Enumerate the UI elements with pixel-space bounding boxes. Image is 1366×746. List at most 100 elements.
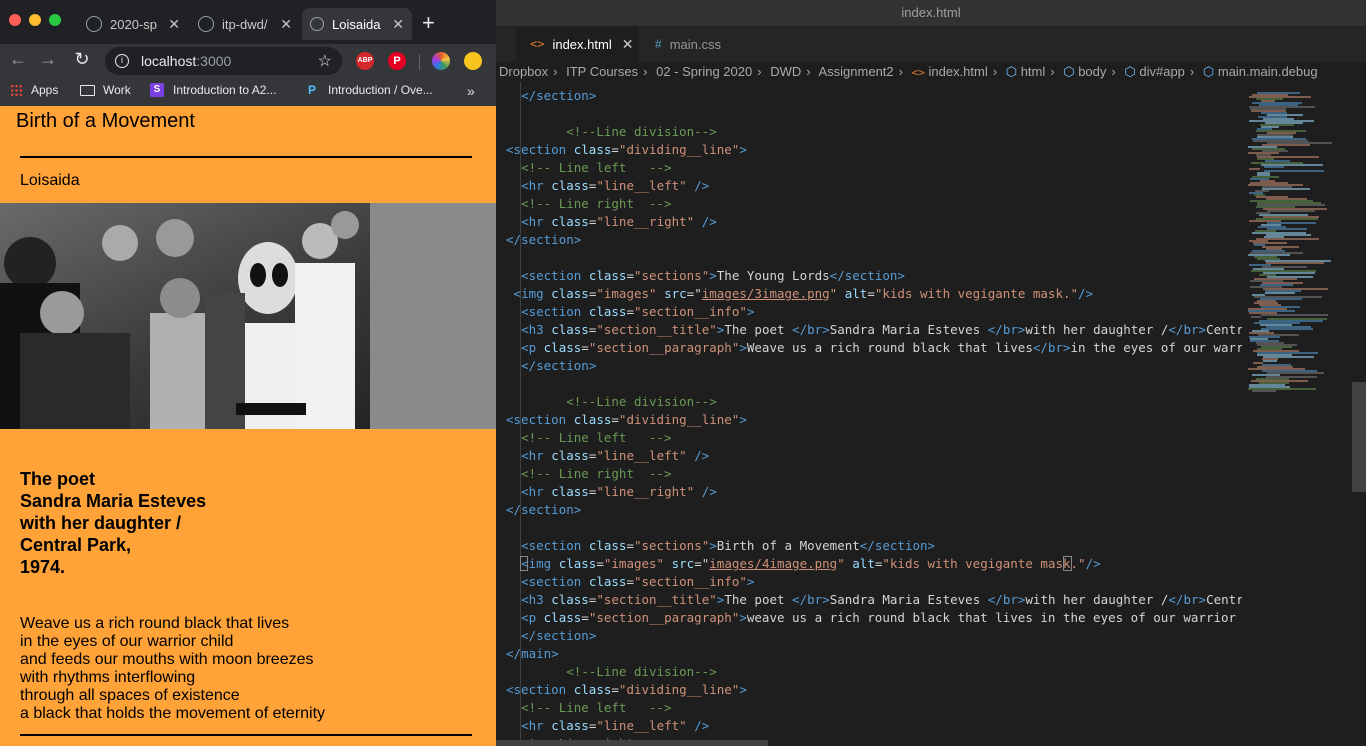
- browser-toolbar: ← → ↻ i localhost:3000 ☆ ABP P: [0, 44, 496, 78]
- minimize-window-button[interactable]: [29, 14, 41, 26]
- new-tab-button[interactable]: +: [422, 12, 435, 34]
- browser-window: 2020-sp ✕ itp-dwd/ ✕ Loisaida ✕ + ← → ↻ …: [0, 0, 496, 746]
- photo-illustration: [0, 203, 496, 429]
- tab-close-icon[interactable]: ✕: [392, 16, 404, 33]
- section-title: The poet Sandra Maria Esteves with her d…: [20, 468, 206, 578]
- scrollbar-thumb[interactable]: [1352, 382, 1366, 492]
- minimap[interactable]: [1242, 82, 1352, 746]
- breadcrumb-item[interactable]: div#app: [1139, 64, 1185, 79]
- minimap-line: [1263, 360, 1277, 362]
- info-icon[interactable]: i: [115, 54, 129, 68]
- tab-title: itp-dwd/: [222, 16, 268, 32]
- breadcrumb-item[interactable]: body: [1078, 64, 1106, 79]
- minimap-line: [1262, 188, 1310, 190]
- code-line: <!-- Line left -->: [521, 160, 672, 175]
- html-file-icon: <>: [530, 37, 545, 51]
- breadcrumb-item[interactable]: Dropbox: [499, 64, 548, 79]
- minimap-line: [1266, 262, 1324, 264]
- section-title-line: The poet: [20, 469, 95, 489]
- kids-vegigante-mask-photo: [0, 203, 496, 429]
- code-line: <section class="dividing__line">: [506, 412, 747, 427]
- code-line: </main>: [506, 646, 559, 661]
- code-line: <hr class="line__right" />: [521, 214, 717, 229]
- color-wheel-extension-icon[interactable]: [432, 52, 450, 70]
- forward-arrow-icon[interactable]: →: [36, 49, 60, 70]
- close-window-button[interactable]: [9, 14, 21, 26]
- chevron-right-icon: ›: [1189, 64, 1195, 79]
- url-host: localhost: [141, 53, 197, 69]
- browser-tab-itp-dwd[interactable]: itp-dwd/ ✕: [190, 8, 300, 40]
- code-line: </section>: [506, 232, 582, 247]
- code-editor[interactable]: </section> <!--Line division--> <section …: [496, 82, 1242, 746]
- code-line: </section>: [521, 358, 597, 373]
- element-cube-icon: ⬡: [1063, 64, 1075, 79]
- section-title-line: 1974.: [20, 557, 66, 577]
- bookmark-work[interactable]: Work: [80, 83, 131, 97]
- profile-avatar[interactable]: [464, 52, 482, 70]
- code-line: <p class="section__paragraph">Weave us a…: [521, 340, 1242, 355]
- element-cube-icon: ⬡: [1202, 64, 1215, 79]
- code-line: <!-- Line right -->: [521, 466, 672, 481]
- bookmark-introduction-overview[interactable]: P Introduction / Ove...: [305, 83, 433, 97]
- address-bar[interactable]: i localhost:3000 ☆: [105, 47, 342, 75]
- chevron-right-icon: ›: [757, 64, 762, 79]
- tab-title: 2020-sp: [110, 16, 157, 32]
- code-line: <img class="images" src="images/4image.p…: [521, 556, 1101, 571]
- adblock-plus-icon[interactable]: ABP: [356, 52, 374, 70]
- editor-tab-index-html[interactable]: <> index.html ✕: [516, 26, 638, 62]
- sub-heading: Loisaida: [20, 172, 80, 189]
- code-line: </section>: [521, 88, 597, 103]
- breadcrumb-item[interactable]: html: [1021, 64, 1046, 79]
- screen: 2020-sp ✕ itp-dwd/ ✕ Loisaida ✕ + ← → ↻ …: [0, 0, 1366, 746]
- editor-window-title: index.html: [496, 0, 1366, 26]
- github-icon: [86, 16, 102, 32]
- chevron-right-icon: ›: [992, 64, 998, 79]
- bookmark-label: Introduction to A2...: [173, 83, 277, 97]
- code-line: <section class="dividing__line">: [506, 142, 747, 157]
- p-logo-icon: P: [307, 83, 316, 97]
- breadcrumb-item[interactable]: 02 - Spring 2020: [656, 64, 752, 79]
- breadcrumb-item[interactable]: index.html: [928, 64, 987, 79]
- minimap-line: [1265, 292, 1295, 294]
- back-arrow-icon[interactable]: ←: [6, 49, 30, 70]
- code-line: <hr class="line__left" />: [521, 718, 710, 733]
- tab-close-icon[interactable]: ✕: [280, 16, 292, 33]
- bookmark-label: Apps: [31, 83, 59, 97]
- browser-tab-strip: 2020-sp ✕ itp-dwd/ ✕ Loisaida ✕ +: [0, 0, 496, 44]
- section-paragraph: Weave us a rich round black that lives i…: [20, 615, 325, 723]
- section-title-line: with her daughter /: [20, 513, 182, 533]
- github-icon: [198, 16, 214, 32]
- divider-line: [20, 734, 472, 736]
- breadcrumb: Dropbox › ITP Courses › 02 - Spring 2020 › …: [496, 62, 1366, 82]
- bookmark-introduction-a2[interactable]: S Introduction to A2...: [150, 83, 276, 97]
- bookmark-star-icon[interactable]: ☆: [318, 51, 332, 71]
- code-line: <!--Line division-->: [566, 664, 717, 679]
- editor-tab-main-css[interactable]: # main.css: [641, 26, 755, 62]
- code-line: <section class="section__info">: [521, 304, 755, 319]
- browser-tab-2020-sp[interactable]: 2020-sp ✕: [78, 8, 188, 40]
- apps-grid-icon: [10, 83, 23, 97]
- browser-tab-loisaida[interactable]: Loisaida ✕: [302, 8, 412, 40]
- code-line: <!-- Line right -->: [521, 196, 672, 211]
- poem-line: through all spaces of existence: [20, 687, 240, 704]
- breadcrumb-item[interactable]: Assignment2: [818, 64, 893, 79]
- chevron-right-icon: ›: [553, 64, 558, 79]
- tab-close-icon[interactable]: ✕: [168, 16, 180, 33]
- bookmark-apps[interactable]: Apps: [10, 83, 58, 97]
- maximize-window-button[interactable]: [49, 14, 61, 26]
- horizontal-scrollbar[interactable]: [496, 740, 768, 746]
- globe-icon: [310, 17, 324, 31]
- editor-tab-bar: <> index.html ✕ # main.css ···: [496, 26, 1366, 74]
- breadcrumb-item[interactable]: DWD: [770, 64, 801, 79]
- code-line: <!--Line division-->: [566, 124, 717, 139]
- breadcrumb-item[interactable]: ITP Courses: [566, 64, 638, 79]
- vertical-scrollbar[interactable]: [1352, 82, 1366, 746]
- poem-line: Weave us a rich round black that lives: [20, 615, 290, 632]
- close-icon[interactable]: ✕: [622, 36, 634, 53]
- breadcrumb-item[interactable]: main.main.debug: [1218, 64, 1318, 79]
- code-line: <hr class="line__left" />: [521, 178, 710, 193]
- bookmarks-bar: Apps Work S Introduction to A2... P Intr…: [0, 78, 496, 106]
- reload-icon[interactable]: ↻: [70, 49, 94, 70]
- bookmarks-overflow-button[interactable]: »: [467, 83, 475, 99]
- pinterest-icon[interactable]: P: [388, 52, 406, 70]
